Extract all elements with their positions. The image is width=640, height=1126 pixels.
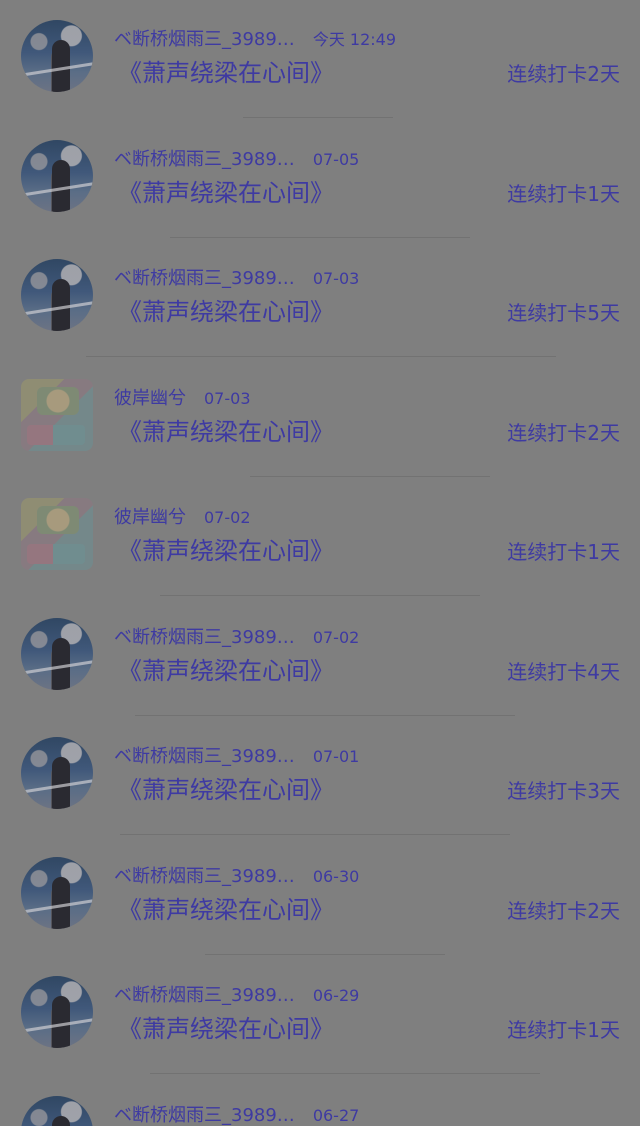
avatar[interactable] xyxy=(21,259,93,331)
list-item[interactable]: 彼岸幽兮 07-03 《萧声绕梁在心间》 连续打卡2天 xyxy=(0,359,640,479)
post-time: 07-03 xyxy=(204,388,251,408)
row-divider xyxy=(205,953,445,955)
post-title[interactable]: 《萧声绕梁在心间》 xyxy=(118,534,334,568)
list-item[interactable]: ベ断桥烟雨三_3989… 07-02 《萧声绕梁在心间》 连续打卡4天 xyxy=(0,598,640,718)
post-title[interactable]: 《萧声绕梁在心间》 xyxy=(118,56,334,90)
row-divider xyxy=(86,356,556,357)
checkin-feed-list: ベ断桥烟雨三_3989… 今天 12:49 《萧声绕梁在心间》 连续打卡2天 ベ… xyxy=(0,0,640,1126)
row-divider xyxy=(120,834,510,835)
post-meta: ベ断桥烟雨三_3989… 06-30 xyxy=(114,865,359,889)
post-time: 07-05 xyxy=(312,149,360,169)
user-name[interactable]: 彼岸幽兮 xyxy=(114,387,186,411)
post-title[interactable]: 《萧声绕梁在心间》 xyxy=(118,1012,334,1046)
list-item[interactable]: 彼岸幽兮 07-02 《萧声绕梁在心间》 连续打卡1天 xyxy=(0,478,640,598)
user-name[interactable]: 彼岸幽兮 xyxy=(114,506,186,530)
streak-label: 连续打卡5天 xyxy=(507,301,620,325)
user-name[interactable]: ベ断桥烟雨三_3989… xyxy=(114,148,295,172)
post-meta: 彼岸幽兮 07-03 xyxy=(114,387,251,411)
post-time: 06-27 xyxy=(312,1105,360,1125)
streak-label: 连续打卡1天 xyxy=(507,1018,620,1042)
post-time: 06-30 xyxy=(312,866,360,886)
post-meta: ベ断桥烟雨三_3989… 今天 12:49 xyxy=(114,28,396,52)
avatar[interactable] xyxy=(21,378,93,451)
avatar[interactable] xyxy=(21,976,93,1048)
post-time: 06-29 xyxy=(312,986,360,1005)
streak-label: 连续打卡2天 xyxy=(507,420,620,445)
post-time: 今天 12:49 xyxy=(312,30,397,49)
post-title[interactable]: 《萧声绕梁在心间》 xyxy=(118,295,334,329)
user-name[interactable]: ベ断桥烟雨三_3989… xyxy=(114,865,295,889)
post-meta: ベ断桥烟雨三_3989… 06-29 xyxy=(114,984,359,1008)
row-divider xyxy=(160,595,480,596)
list-item[interactable]: ベ断桥烟雨三_3989… 06-29 《萧声绕梁在心间》 连续打卡1天 xyxy=(0,956,640,1076)
post-meta: 彼岸幽兮 07-02 xyxy=(114,506,251,530)
post-title[interactable]: 《萧声绕梁在心间》 xyxy=(118,654,334,688)
post-time: 07-03 xyxy=(312,269,360,288)
post-time: 07-01 xyxy=(312,747,360,766)
streak-label: 连续打卡2天 xyxy=(507,898,620,923)
list-item[interactable]: ベ断桥烟雨三_3989… 06-27 xyxy=(0,1076,640,1126)
post-meta: ベ断桥烟雨三_3989… 07-05 xyxy=(114,148,359,172)
list-item[interactable]: ベ断桥烟雨三_3989… 今天 12:49 《萧声绕梁在心间》 连续打卡2天 xyxy=(0,0,640,120)
post-time: 07-02 xyxy=(204,508,251,527)
list-item[interactable]: ベ断桥烟雨三_3989… 07-05 《萧声绕梁在心间》 连续打卡1天 xyxy=(0,120,640,240)
user-name[interactable]: ベ断桥烟雨三_3989… xyxy=(114,267,295,291)
streak-label: 连续打卡3天 xyxy=(507,779,620,803)
avatar[interactable] xyxy=(21,139,93,212)
post-meta: ベ断桥烟雨三_3989… 07-02 xyxy=(114,626,359,650)
avatar[interactable] xyxy=(21,737,93,809)
list-item[interactable]: ベ断桥烟雨三_3989… 07-03 《萧声绕梁在心间》 连续打卡5天 xyxy=(0,239,640,359)
row-divider xyxy=(243,117,393,118)
list-item[interactable]: ベ断桥烟雨三_3989… 07-01 《萧声绕梁在心间》 连续打卡3天 xyxy=(0,717,640,837)
avatar[interactable] xyxy=(21,617,93,690)
streak-label: 连续打卡2天 xyxy=(507,62,620,86)
row-divider xyxy=(170,236,470,238)
avatar[interactable] xyxy=(21,856,93,929)
list-item[interactable]: ベ断桥烟雨三_3989… 06-30 《萧声绕梁在心间》 连续打卡2天 xyxy=(0,837,640,957)
user-name[interactable]: ベ断桥烟雨三_3989… xyxy=(114,626,295,650)
row-divider xyxy=(150,1073,540,1074)
post-title[interactable]: 《萧声绕梁在心间》 xyxy=(118,893,334,927)
post-title[interactable]: 《萧声绕梁在心间》 xyxy=(118,415,334,449)
post-meta: ベ断桥烟雨三_3989… 07-01 xyxy=(114,745,359,769)
post-title[interactable]: 《萧声绕梁在心间》 xyxy=(118,176,334,210)
avatar[interactable] xyxy=(21,498,93,570)
post-meta: ベ断桥烟雨三_3989… 07-03 xyxy=(114,267,359,291)
user-name[interactable]: ベ断桥烟雨三_3989… xyxy=(114,984,295,1008)
post-time: 07-02 xyxy=(312,627,360,647)
user-name[interactable]: ベ断桥烟雨三_3989… xyxy=(114,28,295,52)
streak-label: 连续打卡1天 xyxy=(507,181,620,206)
streak-label: 连续打卡4天 xyxy=(507,659,620,684)
post-meta: ベ断桥烟雨三_3989… 06-27 xyxy=(114,1104,359,1126)
row-divider xyxy=(250,475,490,477)
post-title[interactable]: 《萧声绕梁在心间》 xyxy=(118,773,334,807)
avatar[interactable] xyxy=(21,1095,93,1126)
row-divider xyxy=(135,714,515,716)
user-name[interactable]: ベ断桥烟雨三_3989… xyxy=(114,745,295,769)
streak-label: 连续打卡1天 xyxy=(507,540,620,564)
user-name[interactable]: ベ断桥烟雨三_3989… xyxy=(114,1104,295,1126)
avatar[interactable] xyxy=(21,20,93,92)
